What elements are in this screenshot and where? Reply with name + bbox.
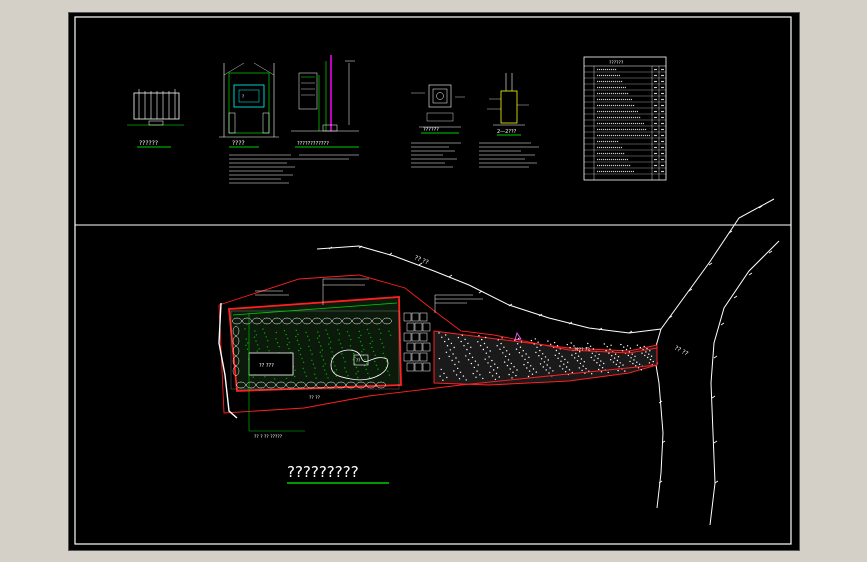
site-plan-drawing: ?????? ? ???? ???????????? ?????? 2—2???… xyxy=(74,16,792,545)
leader-note-text: ?? ? ?? ????? xyxy=(254,434,283,440)
section-2-2-detail: 2—2??? xyxy=(479,73,539,168)
fence-elevation-title: ?????? xyxy=(139,140,158,147)
cad-drawing-canvas: ?????? ? ???? ???????????? ?????? 2—2???… xyxy=(68,12,800,551)
building-block-label: ?? ??? xyxy=(259,363,274,369)
right-road-label: ?? ?? xyxy=(673,345,689,358)
access-path xyxy=(433,330,658,386)
main-site-block: ?? ??? ?? xyxy=(228,296,402,392)
material-table-header: ?????? xyxy=(609,60,624,66)
pond-label: ?? xyxy=(356,358,360,363)
footing-plan-title: ?????? xyxy=(423,127,439,133)
plan-title: ????????? xyxy=(287,463,359,481)
gate-elevation-detail: ? ???? xyxy=(219,62,299,184)
section-2-2-title: 2—2??? xyxy=(497,129,517,135)
south-note: ?? ?? xyxy=(309,395,321,401)
material-table: ?????? xyxy=(583,56,667,181)
fence-elevation-detail: ?????? xyxy=(127,89,184,148)
post-elevation-detail: ???????????? xyxy=(291,55,359,160)
entrance-note: ???? ?? xyxy=(574,347,590,353)
svg-text:?: ? xyxy=(242,94,244,99)
footing-plan-detail: ?????? xyxy=(411,84,465,168)
stone-steps xyxy=(403,312,431,372)
gate-elevation-title: ???? xyxy=(232,140,245,147)
post-elevation-title: ???????????? xyxy=(297,141,329,147)
